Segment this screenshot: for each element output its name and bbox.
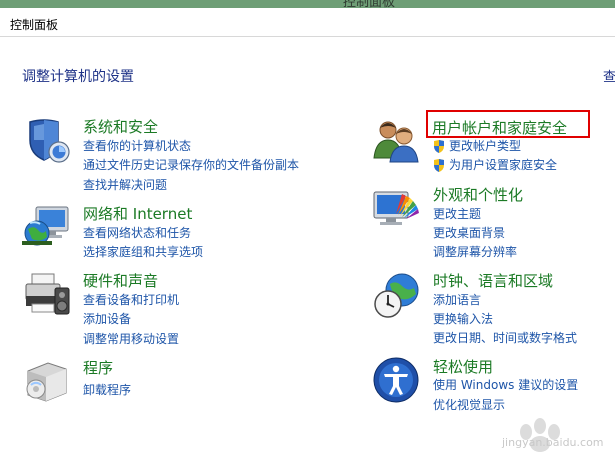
ease-of-access-icon[interactable]	[372, 356, 422, 406]
category-ease-of-access: 轻松使用 使用 Windows 建议的设置 优化视觉显示	[372, 356, 612, 416]
category-title-ease-of-access[interactable]: 轻松使用	[433, 356, 493, 377]
category-hardware-sound: 硬件和声音 查看设备和打印机 添加设备 调整常用移动设置	[22, 270, 322, 350]
link-change-theme[interactable]: 更改主题	[433, 205, 481, 222]
link-uninstall-program[interactable]: 卸载程序	[83, 381, 131, 398]
uac-shield-icon	[433, 157, 445, 172]
page-title: 调整计算机的设置	[22, 69, 134, 85]
users-icon[interactable]	[372, 116, 422, 166]
category-system-security: 系统和安全 查看你的计算机状态 通过文件历史记录保存你的文件备份副本 查找并解决…	[22, 116, 322, 196]
display-palette-icon[interactable]	[372, 184, 422, 234]
link-mobility-settings[interactable]: 调整常用移动设置	[83, 330, 179, 347]
link-view-computer-status[interactable]: 查看你的计算机状态	[83, 137, 191, 154]
category-appearance: 外观和个性化 更改主题 更改桌面背景 调整屏幕分辨率	[372, 184, 612, 264]
link-homegroup[interactable]: 选择家庭组和共享选项	[83, 243, 203, 260]
view-by-label[interactable]: 查	[603, 66, 615, 85]
link-add-language[interactable]: 添加语言	[433, 291, 481, 308]
printer-speaker-icon[interactable]	[22, 270, 72, 320]
link-change-input-method[interactable]: 更换输入法	[433, 310, 493, 327]
category-title-clock-language[interactable]: 时钟、语言和区域	[433, 270, 553, 291]
category-title-hardware-sound[interactable]: 硬件和声音	[83, 270, 158, 291]
category-programs: 程序 卸载程序	[22, 357, 322, 412]
link-add-device[interactable]: 添加设备	[83, 310, 131, 327]
network-globe-icon[interactable]	[22, 203, 72, 253]
category-title-network[interactable]: 网络和 Internet	[83, 203, 192, 224]
window-titlebar: 控制面板	[0, 0, 615, 8]
link-change-account-type[interactable]: 更改帐户类型	[449, 137, 521, 154]
link-family-safety[interactable]: 为用户设置家庭安全	[449, 156, 557, 173]
category-clock-language: 时钟、语言和区域 添加语言 更换输入法 更改日期、时间或数字格式	[372, 270, 612, 350]
clock-globe-icon[interactable]	[372, 270, 422, 320]
category-title-programs[interactable]: 程序	[83, 357, 113, 378]
link-devices-printers[interactable]: 查看设备和打印机	[83, 291, 179, 308]
link-recommended-settings[interactable]: 使用 Windows 建议的设置	[433, 376, 578, 393]
category-title-appearance[interactable]: 外观和个性化	[433, 184, 523, 205]
security-shield-icon[interactable]	[22, 116, 72, 166]
window-title: 控制面板	[343, 0, 396, 8]
watermark-text: jingyan.baidu.com	[502, 436, 604, 449]
link-desktop-background[interactable]: 更改桌面背景	[433, 224, 505, 241]
programs-box-icon[interactable]	[22, 357, 72, 407]
address-bar[interactable]: 控制面板	[0, 8, 615, 37]
link-screen-resolution[interactable]: 调整屏幕分辨率	[433, 243, 517, 260]
link-network-status[interactable]: 查看网络状态和任务	[83, 224, 191, 241]
breadcrumb[interactable]: 控制面板	[10, 16, 58, 33]
category-title-system-security[interactable]: 系统和安全	[83, 116, 158, 137]
link-troubleshoot[interactable]: 查找并解决问题	[83, 176, 167, 193]
category-network: 网络和 Internet 查看网络状态和任务 选择家庭组和共享选项	[22, 203, 322, 263]
link-file-history[interactable]: 通过文件历史记录保存你的文件备份副本	[83, 156, 299, 173]
uac-shield-icon	[433, 138, 445, 153]
highlight-annotation-box	[426, 110, 590, 138]
link-date-time-format[interactable]: 更改日期、时间或数字格式	[433, 329, 577, 346]
